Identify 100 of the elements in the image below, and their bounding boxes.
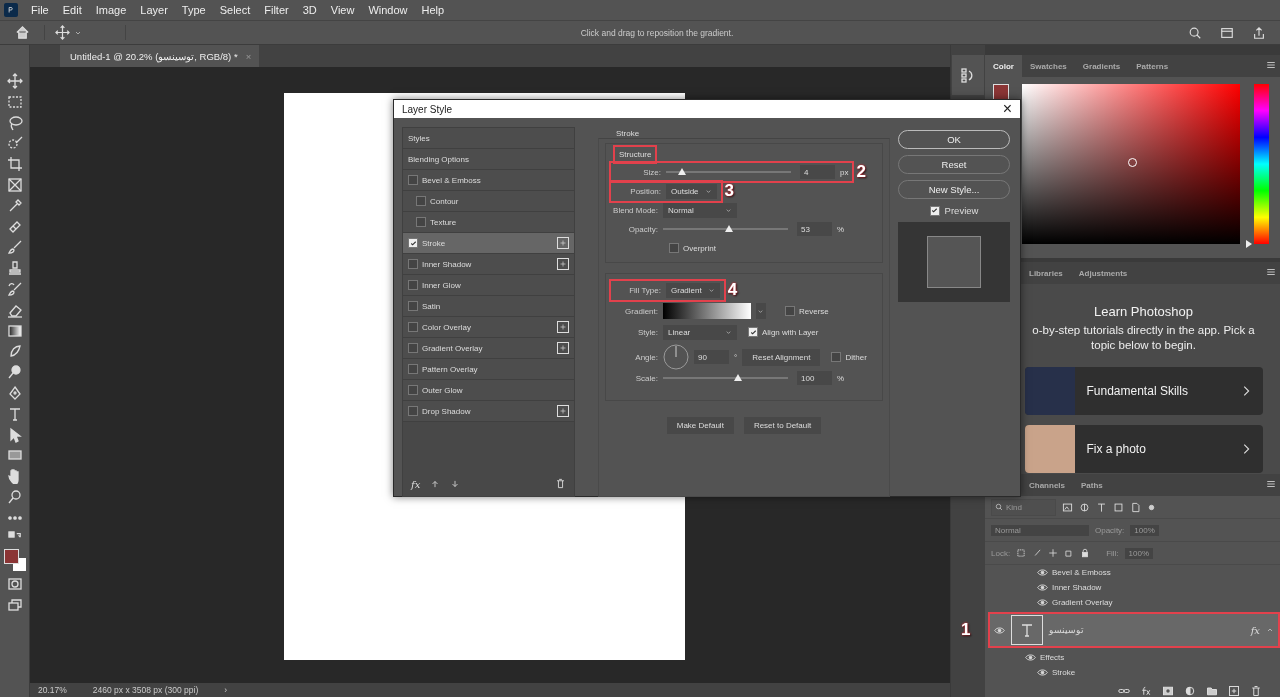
move-icon[interactable] (55, 25, 70, 40)
eye-icon[interactable] (1025, 652, 1036, 663)
fill-field[interactable]: 100% (1124, 547, 1154, 559)
menu-item[interactable]: Layer (133, 4, 175, 16)
panel-tab[interactable]: Channels (1021, 474, 1073, 496)
effect-label[interactable]: Effects (1040, 653, 1065, 662)
caret-up-icon[interactable] (1266, 626, 1274, 634)
checkbox[interactable] (408, 364, 418, 374)
screen-mode-icon[interactable] (6, 596, 23, 613)
effect-label[interactable]: Inner Shadow (1052, 583, 1102, 592)
brush-lock-icon[interactable] (1032, 548, 1043, 558)
checkbox[interactable] (416, 196, 426, 206)
checkbox[interactable] (831, 352, 842, 362)
eye-icon[interactable] (1037, 582, 1048, 593)
style-list-item[interactable]: Color Overlay (403, 317, 574, 338)
brush-icon[interactable] (6, 239, 23, 256)
search-icon[interactable] (1188, 25, 1202, 40)
checkbox[interactable] (785, 306, 795, 316)
menu-item[interactable]: Window (361, 4, 415, 16)
panel-tab[interactable]: Swatches (1021, 55, 1075, 77)
zoom-icon[interactable] (6, 488, 23, 505)
effect-label[interactable]: Bevel & Emboss (1052, 568, 1111, 577)
smart-object-filter-icon[interactable] (1130, 501, 1141, 513)
menu-item[interactable]: Type (174, 4, 213, 16)
style-list-item[interactable]: Pattern Overlay (403, 359, 574, 380)
checkbox[interactable] (416, 217, 426, 227)
style-list-item[interactable]: Contour (403, 191, 574, 212)
adjustment-icon[interactable] (1184, 685, 1196, 697)
style-list-item[interactable]: Texture (403, 212, 574, 233)
panel-tab[interactable]: Gradients (1074, 55, 1129, 77)
share-icon[interactable] (1252, 25, 1266, 40)
lock-icon[interactable] (1080, 548, 1091, 558)
move-icon[interactable] (6, 73, 23, 89)
angle-dial[interactable] (663, 344, 689, 370)
checkbox[interactable] (408, 322, 418, 332)
menu-icon[interactable] (1266, 479, 1276, 489)
number-field[interactable]: 100 (797, 371, 832, 385)
eye-icon[interactable] (994, 624, 1005, 636)
dropdown[interactable]: Linear (663, 324, 737, 340)
dialog-button[interactable]: Reset (898, 155, 1010, 174)
history-brush-icon[interactable] (6, 280, 23, 297)
window-icon[interactable] (1220, 25, 1234, 40)
slider-thumb[interactable] (725, 225, 734, 232)
dialog-button[interactable]: OK (898, 130, 1010, 149)
style-list-item[interactable]: Outer Glow (403, 380, 574, 401)
style-list-item[interactable]: Satin (403, 296, 574, 317)
eye-icon[interactable] (1037, 667, 1048, 678)
mask-icon[interactable] (1162, 685, 1174, 697)
menu-item[interactable]: 3D (295, 4, 324, 16)
default-button[interactable]: Reset to Default (743, 417, 822, 434)
panel-tab[interactable]: Paths (1073, 474, 1111, 496)
menu-item[interactable]: Edit (55, 4, 89, 16)
style-list-item[interactable]: Stroke (403, 233, 574, 254)
menu-icon[interactable] (1266, 267, 1276, 277)
type-filter-icon[interactable] (1096, 501, 1107, 513)
style-list-item[interactable]: Bevel & Emboss (403, 170, 574, 191)
checkbox[interactable] (408, 259, 418, 269)
panel-tab[interactable]: Libraries (1021, 262, 1071, 284)
menu-icon[interactable] (1266, 60, 1276, 70)
hue-slider-marker[interactable] (1246, 240, 1252, 248)
slider-thumb[interactable] (678, 168, 687, 175)
tutorial-card[interactable]: Fundamental Skills (1024, 367, 1263, 415)
eye-icon[interactable] (1037, 597, 1048, 608)
style-list-item[interactable]: Gradient Overlay (403, 338, 574, 359)
trash-icon[interactable] (555, 477, 566, 489)
menu-item[interactable]: Help (414, 4, 452, 16)
foreground-color-swatch[interactable] (993, 84, 1009, 100)
artboard-lock-icon[interactable] (1064, 548, 1075, 558)
toggle-dot-icon[interactable] (1147, 502, 1156, 512)
menu-item[interactable]: Image (88, 4, 134, 16)
checkbox[interactable] (408, 343, 418, 353)
lasso-icon[interactable] (6, 114, 23, 131)
effect-label[interactable]: Stroke (1052, 668, 1076, 677)
quick-mask-icon[interactable] (6, 576, 23, 593)
panel-tab[interactable]: Adjustments (1070, 262, 1136, 284)
new-layer-icon[interactable] (1228, 685, 1240, 697)
menu-item[interactable]: File (24, 4, 56, 16)
style-list-item[interactable]: Drop Shadow (403, 401, 574, 422)
menu-item[interactable]: View (323, 4, 362, 16)
style-list-item[interactable]: Inner Shadow (403, 254, 574, 275)
checkbox[interactable] (408, 406, 418, 416)
reset-alignment-button[interactable]: Reset Alignment (742, 348, 821, 366)
dialog-button[interactable]: New Style... (898, 180, 1010, 199)
checkbox[interactable] (408, 280, 418, 290)
trash-icon[interactable] (1250, 685, 1262, 697)
style-list-item[interactable]: Inner Glow (403, 275, 574, 296)
stamp-icon[interactable] (6, 260, 23, 277)
crop-icon[interactable] (6, 156, 23, 173)
number-field[interactable]: 4 (800, 165, 835, 179)
color-swatches[interactable] (3, 549, 26, 572)
gradient-swatch[interactable] (663, 303, 751, 319)
style-list-item[interactable]: Styles (403, 128, 574, 149)
style-list-item[interactable]: Blending Options (403, 149, 574, 170)
arrow-down-icon[interactable] (450, 479, 461, 489)
status-arrow[interactable]: › (224, 685, 228, 695)
panel-tab[interactable]: Patterns (1128, 55, 1177, 77)
checkbox[interactable] (669, 243, 679, 253)
adjustment-filter-icon[interactable] (1079, 501, 1090, 513)
fx-button[interactable]: fx (411, 478, 421, 490)
default-button[interactable]: Make Default (666, 417, 734, 434)
